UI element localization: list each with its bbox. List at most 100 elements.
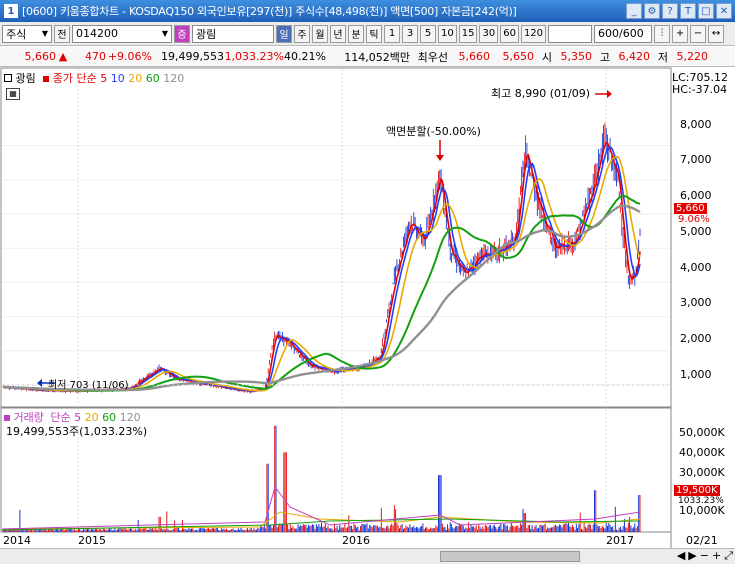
search-button[interactable]: 증 — [174, 24, 190, 43]
market-value: 주식 — [6, 27, 27, 41]
scrollbar-thumb[interactable] — [440, 551, 580, 562]
mode-button[interactable]: 전 — [54, 24, 70, 43]
up-arrow-icon: ▲ — [58, 50, 68, 63]
annotation-high: 최고 8,990 (01/09) — [491, 87, 591, 100]
current-price-tag: 5,660 — [674, 203, 707, 214]
yaxis-1000: 1,000 — [680, 368, 712, 381]
yaxis-7000: 7,000 — [680, 153, 712, 166]
period-week[interactable]: 주 — [294, 24, 310, 43]
code-input[interactable]: 014200 ▼ — [72, 24, 172, 43]
ask-price-2: 5,650 — [502, 50, 535, 63]
yaxis-2000: 2,000 — [680, 332, 712, 345]
high-price: 6,420 — [618, 50, 651, 63]
scroll-left-icon[interactable]: ◀ — [677, 549, 685, 563]
interval-30[interactable]: 30 — [479, 24, 499, 43]
help-icon[interactable]: ? — [662, 3, 678, 19]
interval-3[interactable]: 3 — [402, 24, 418, 43]
price-change: 470 — [85, 50, 106, 63]
open-price: 5,350 — [560, 50, 593, 63]
xaxis-right-date: 02/21 — [686, 534, 718, 547]
candle-icon[interactable]: ⫶ — [654, 24, 671, 43]
interval-1[interactable]: 1 — [384, 24, 400, 43]
ask-label: 최우선 — [417, 50, 448, 64]
count-field[interactable]: 600/600 — [594, 24, 653, 43]
period-year[interactable]: 년 — [330, 24, 346, 43]
period-month[interactable]: 월 — [312, 24, 328, 43]
volume-current-tag: 19,500K — [674, 485, 720, 496]
trade-amount: 114,052백만 — [344, 50, 410, 64]
expand-icon[interactable]: ↔ — [708, 24, 725, 43]
chart-scrollbar[interactable]: ◀ ▶ − + ⤢ — [0, 548, 735, 564]
window-titlebar: 1 [0600] 키움종합차트 - KOSDAQ150 외국인보유[297(천)… — [0, 0, 735, 22]
annotation-split: 액면분할(-50.00%) — [386, 125, 481, 138]
high-label: 고 — [599, 50, 610, 64]
market-select[interactable]: 주식 ▼ — [2, 24, 52, 43]
ma-swatch-icon — [43, 76, 50, 82]
add-icon[interactable]: + — [672, 24, 689, 43]
ma-60: 60 — [145, 72, 160, 85]
current-pct-tag: 9.06% — [678, 214, 710, 225]
price-legend: 광림 종가 단순 5 10 20 60 120 — [4, 70, 184, 86]
scroll-right-icon[interactable]: ▶ — [688, 549, 696, 563]
stock-name-label: 광림 — [15, 72, 36, 85]
ma-20: 20 — [128, 72, 143, 85]
yaxis-5000: 5,000 — [680, 225, 712, 238]
interval-60[interactable]: 60 — [500, 24, 519, 43]
chevron-down-icon: ▼ — [161, 29, 168, 38]
volume-current: 19,499,553주(1,033.23%) — [6, 425, 148, 438]
yaxis-8000: 8,000 — [680, 118, 712, 131]
ma-10: 10 — [110, 72, 125, 85]
yaxis-4000: 4,000 — [680, 261, 712, 274]
interval-120[interactable]: 120 — [520, 24, 547, 43]
vol-yaxis-40000: 40,000K — [679, 446, 725, 459]
interval-5[interactable]: 5 — [420, 24, 436, 43]
interval-10[interactable]: 10 — [438, 24, 457, 43]
xaxis-2017: 2017 — [606, 534, 634, 547]
chart-canvas[interactable] — [0, 67, 735, 548]
xaxis-2016: 2016 — [342, 534, 370, 547]
settings-icon[interactable]: ⚙ — [644, 3, 660, 19]
low-price: 5,220 — [676, 50, 709, 63]
turnover-pct: 40.21% — [284, 50, 326, 63]
zoom-in-icon[interactable]: + — [712, 549, 721, 563]
period-minute[interactable]: 분 — [348, 24, 364, 43]
annotation-low: 최저 703 (11/06) — [48, 380, 129, 391]
grid-icon[interactable]: ▦ — [6, 88, 20, 100]
yaxis-3000: 3,000 — [680, 296, 712, 309]
volume-swatch-icon — [4, 415, 10, 421]
ma-120: 120 — [163, 72, 185, 85]
window-controls: _ ⚙ ? T □ ✕ — [626, 3, 732, 19]
chevron-down-icon: ▼ — [41, 29, 48, 38]
xaxis-2014: 2014 — [3, 534, 31, 547]
link-icon[interactable]: T — [680, 3, 696, 19]
xaxis-2015: 2015 — [78, 534, 106, 547]
window-number: 1 — [4, 4, 18, 18]
quote-bar: 5,660 ▲ 470 +9.06% 19,499,553 1,033.23% … — [0, 47, 735, 67]
close-button[interactable]: ✕ — [716, 3, 732, 19]
period-tick[interactable]: 틱 — [366, 24, 382, 43]
candle-small-icon — [4, 74, 12, 82]
minimize-button[interactable]: _ — [626, 3, 642, 19]
yaxis-6000: 6,000 — [680, 189, 712, 202]
period-day[interactable]: 일 — [276, 24, 292, 43]
open-label: 시 — [541, 50, 552, 64]
zoom-out-icon[interactable]: − — [700, 549, 709, 563]
ask-price-1: 5,660 — [458, 50, 491, 63]
stock-name-field[interactable]: 광림 — [192, 24, 274, 43]
volume-current-pct-tag: 1033.23% — [678, 496, 724, 506]
vol-yaxis-50000: 50,000K — [679, 426, 725, 439]
low-label: 저 — [657, 50, 668, 64]
ma-5: 5 — [100, 72, 108, 85]
chart-toolbar: 주식 ▼ 전 014200 ▼ 증 광림 일 주 월 년 분 틱 1 3 5 1… — [0, 22, 735, 46]
volume-pct: 1,033.23% — [224, 50, 284, 63]
ma-label: 종가 단순 — [52, 72, 97, 85]
pan-icon[interactable]: ⤢ — [724, 549, 733, 563]
current-price: 5,660 — [24, 50, 57, 63]
code-value: 014200 — [76, 27, 118, 40]
interval-input[interactable] — [548, 24, 593, 43]
restore-button[interactable]: □ — [698, 3, 714, 19]
hc-label: HC:-37.04 — [672, 83, 728, 96]
zoom-out-icon[interactable]: − — [690, 24, 707, 43]
interval-15[interactable]: 15 — [458, 24, 478, 43]
vol-yaxis-30000: 30,000K — [679, 466, 725, 479]
